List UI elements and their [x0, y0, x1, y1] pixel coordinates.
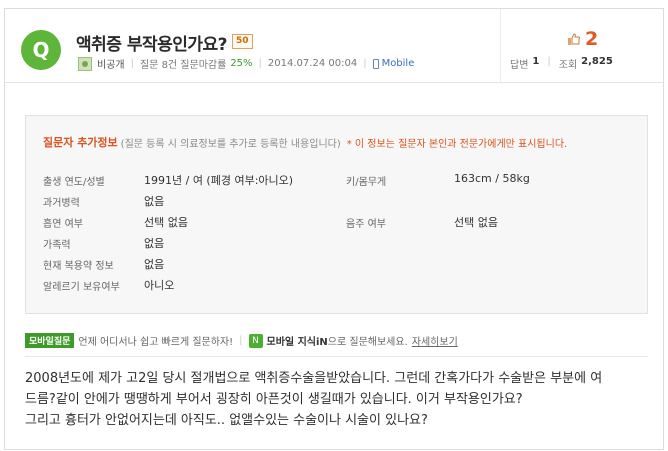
- question-body: 2008년도에 제가 고2일 당시 절개법으로 액취증수술을받았습니다. 그런데…: [25, 368, 655, 431]
- mobile-indicator: Mobile: [372, 58, 415, 69]
- q-letter: Q: [32, 38, 50, 62]
- jisik-app-icon: N: [248, 333, 263, 348]
- question-body-line: 그리고 흉터가 안없어지는데 아직도.. 없앨수있는 수술이나 시술이 있나요?: [25, 413, 428, 428]
- info-row-label: 키/몸무게: [346, 177, 387, 188]
- info-row-label: 음주 여부: [346, 219, 386, 230]
- meta-divider: |: [130, 58, 134, 69]
- phone-icon: [372, 58, 379, 69]
- info-row-label: 가족력: [43, 240, 71, 251]
- info-row-value: 없음: [144, 258, 165, 271]
- mobile-promo-text: 언제 어디서나 쉽고 빠르게 질문하자!: [78, 337, 234, 348]
- info-row-value: 163cm / 58kg: [454, 172, 530, 185]
- question-title: 액취증 부작용인가요?: [76, 35, 228, 55]
- info-row-label: 출생 연도/성별: [43, 177, 105, 188]
- question-stats: 질문 8건 질문마감률: [139, 60, 227, 71]
- info-row-value: 선택 없음: [454, 216, 498, 229]
- question-datetime: 2014.07.24 00:04: [267, 58, 358, 69]
- info-row-label: 현재 복용약 정보: [43, 261, 114, 272]
- mobile-promo-bar: 모바일질문 언제 어디서나 쉽고 빠르게 질문하자! | N 모바일 지식iN …: [25, 333, 458, 348]
- content-divider: [25, 356, 648, 357]
- asker-info-warning: * 이 정보는 질문자 본인과 전문가에게만 표시됩니다.: [346, 138, 568, 150]
- avatar: [78, 56, 92, 71]
- question-meta: 비공개 | 질문 8건 질문마감률 25% | 2014.07.24 00:04…: [78, 56, 414, 71]
- points-badge: 50: [232, 34, 253, 49]
- info-row-value: 없음: [144, 237, 165, 250]
- details-link[interactable]: 자세히보기: [412, 333, 458, 348]
- question-counts: 답변 1 | 조회 2,825: [510, 56, 613, 71]
- question-body-line: 드름?같이 안에가 땡땡하게 부어서 굉장히 아픈것이 생길때가 있습니다. 이…: [25, 392, 523, 407]
- counts-divider: |: [547, 56, 551, 67]
- thumbs-up-icon: [568, 33, 580, 45]
- question-body-line: 2008년도에 제가 고2일 당시 절개법으로 액취증수술을받았습니다. 그런데…: [25, 371, 603, 386]
- views-label: 조회: [558, 60, 578, 71]
- info-row-value: 선택 없음: [144, 216, 188, 229]
- asker-info-title: 질문자 추가정보: [43, 136, 118, 149]
- info-row-label: 과거병력: [43, 198, 80, 209]
- info-row-value: 없음: [144, 195, 165, 208]
- question-q-icon: Q: [21, 30, 61, 70]
- asker-info-box: 질문자 추가정보 (질문 등록 시 의료정보를 추가로 등록한 내용입니다) *…: [25, 115, 648, 314]
- asker-info-subtitle: (질문 등록 시 의료정보를 추가로 등록한 내용입니다): [120, 138, 341, 150]
- info-row-value: 1991년 / 여 (폐경 여부:아니오): [144, 174, 294, 187]
- info-row-label: 흡연 여부: [43, 219, 83, 230]
- user-name[interactable]: 비공개: [97, 56, 125, 71]
- info-row-label: 알레르기 보유여부: [43, 282, 120, 293]
- info-row-value: 아니오: [144, 279, 175, 292]
- mobile-question-badge: 모바일질문: [25, 333, 75, 348]
- meta-divider: |: [258, 58, 262, 69]
- vote-box[interactable]: 2: [568, 28, 598, 50]
- promo-divider: |: [239, 335, 243, 346]
- mobile-promo-text-2: 으로 질문해보세요.: [327, 337, 408, 348]
- mobile-jisik-brand: 모바일 지식iN: [266, 337, 328, 348]
- views-count: 2,825: [581, 56, 613, 67]
- device-label: Mobile: [381, 58, 415, 69]
- close-rate: 25%: [230, 58, 253, 69]
- answers-count: 1: [532, 56, 540, 67]
- meta-divider: |: [363, 58, 367, 69]
- vote-count: 2: [585, 28, 599, 50]
- asker-info-header: 질문자 추가정보 (질문 등록 시 의료정보를 추가로 등록한 내용입니다) *…: [43, 134, 567, 150]
- answers-label: 답변: [510, 60, 529, 71]
